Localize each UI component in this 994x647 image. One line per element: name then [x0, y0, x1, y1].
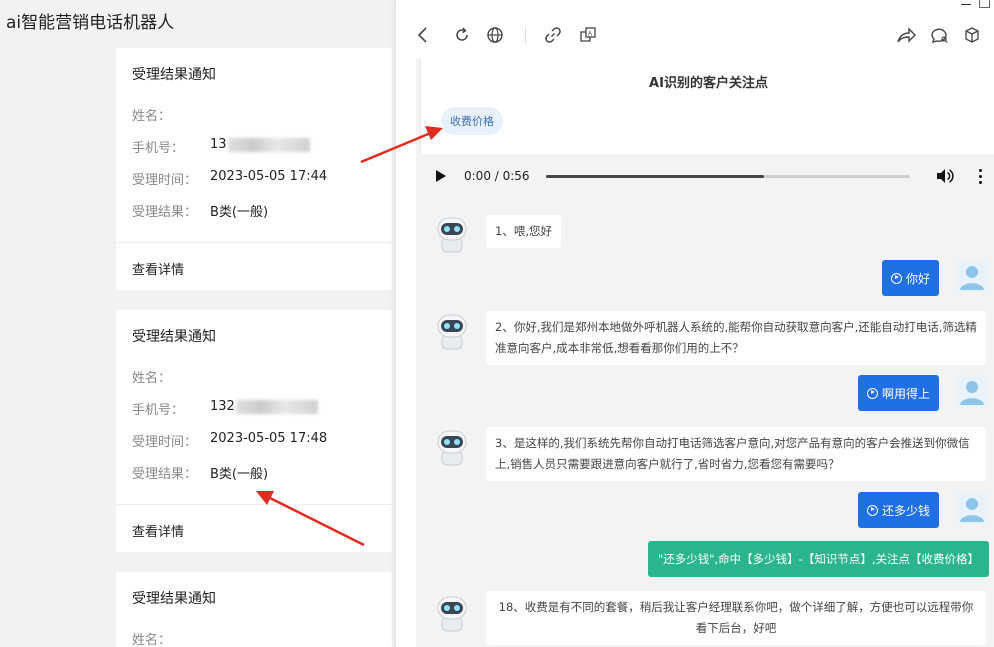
phone-redaction-blur: [228, 138, 310, 152]
play-circle-icon: [866, 387, 878, 399]
user-voice-message[interactable]: 还多少钱: [857, 492, 939, 528]
call-detail-panel: □ A AI识别的客户关注点 收费价格 0:00 / 0:56 1、喂,您好 你…: [395, 0, 994, 647]
focus-title: AI识别的客户关注点: [649, 76, 768, 91]
user-voice-message[interactable]: 你好: [881, 260, 939, 296]
user-voice-message[interactable]: 啊用得上: [857, 375, 939, 411]
close-window-button[interactable]: □: [978, 0, 991, 10]
bot-message: 2、你好,我们是郑州本地做外呼机器人系统的,能帮你自动获取意向客户,还能自动打电…: [486, 311, 986, 365]
view-details-link[interactable]: 查看详情: [132, 259, 184, 278]
view-details-link[interactable]: 查看详情: [132, 521, 184, 540]
refresh-icon[interactable]: [451, 24, 473, 46]
call-record-content: AI识别的客户关注点 收费价格 0:00 / 0:56 1、喂,您好 你好 2、…: [416, 58, 994, 647]
result-row: 受理结果： B类(一般): [132, 201, 268, 220]
card-title: 受理结果通知: [132, 329, 216, 345]
customer-focus-section: AI识别的客户关注点 收费价格: [420, 58, 994, 154]
screenshot-root: ai智能营销电话机器人 受理结果通知 姓名： 手机号： 13 受理时间： 202…: [0, 0, 994, 647]
audio-time: 0:00 / 0:56: [464, 169, 530, 183]
globe-icon[interactable]: [484, 24, 506, 46]
user-message-text: 啊用得上: [881, 386, 930, 401]
conversation-transcript: 1、喂,您好 你好 2、你好,我们是郑州本地做外呼机器人系统的,能帮你自动获取意…: [420, 198, 994, 647]
play-circle-icon: [866, 504, 878, 516]
audio-progress-fill: [546, 175, 765, 178]
cube-icon[interactable]: [961, 24, 983, 46]
card-title: 受理结果通知: [132, 591, 216, 607]
share-icon[interactable]: [895, 24, 917, 46]
result-notification-card: 受理结果通知 姓名：: [116, 572, 392, 647]
app-title: ai智能营销电话机器人: [6, 13, 175, 33]
phone-row: 手机号： 132: [132, 399, 318, 418]
play-icon[interactable]: [436, 170, 446, 182]
result-label: 受理结果：: [132, 467, 198, 482]
time-value: 2023-05-05 17:44: [210, 169, 328, 184]
result-label: 受理结果：: [132, 205, 198, 220]
user-message-text: 你好: [905, 271, 930, 286]
keyword-hit-notice: "还多少钱",命中【多少钱】-【知识节点】,关注点【收费价格】: [647, 541, 989, 577]
phone-label: 手机号：: [132, 141, 185, 156]
focus-tag[interactable]: 收费价格: [441, 107, 503, 135]
bot-message: 3、是这样的,我们系统先帮你自动打电话筛选客户意向,对您产品有意向的客户会推送到…: [486, 427, 986, 481]
toolbar-separator: [525, 27, 526, 43]
play-circle-icon: [890, 272, 902, 284]
name-label: 姓名：: [132, 633, 172, 647]
translate-icon[interactable]: A: [577, 24, 599, 46]
name-row: 姓名：: [132, 105, 171, 124]
card-title: 受理结果通知: [132, 67, 216, 83]
notification-list-panel: ai智能营销电话机器人 受理结果通知 姓名： 手机号： 13 受理时间： 202…: [0, 0, 392, 647]
browser-toolbar: □ A: [396, 0, 994, 56]
robot-avatar: [436, 313, 468, 351]
result-value: B类(一般): [210, 467, 269, 482]
more-options-icon[interactable]: [972, 168, 988, 184]
result-value: B类(一般): [210, 205, 269, 220]
name-row: 姓名：: [132, 367, 171, 386]
user-avatar: [956, 260, 988, 292]
phone-label: 手机号：: [132, 403, 185, 418]
name-label: 姓名：: [132, 109, 172, 124]
name-label: 姓名：: [132, 371, 172, 386]
result-notification-card: 受理结果通知 姓名： 手机号： 132 受理时间： 2023-05-05 17:…: [116, 310, 392, 552]
phone-redaction-blur: [236, 400, 318, 414]
time-value: 2023-05-05 17:48: [210, 431, 328, 446]
time-row: 受理时间： 2023-05-05 17:44: [132, 169, 327, 188]
result-notification-card: 受理结果通知 姓名： 手机号： 13 受理时间： 2023-05-05 17:4…: [116, 48, 392, 290]
card-divider: [116, 242, 392, 243]
back-icon[interactable]: [412, 24, 434, 46]
phone-value: 132: [210, 399, 235, 414]
name-row: 姓名：: [132, 629, 171, 647]
user-avatar: [956, 375, 988, 407]
user-message-text: 还多少钱: [881, 503, 930, 518]
robot-avatar: [436, 595, 468, 633]
time-row: 受理时间： 2023-05-05 17:48: [132, 431, 327, 450]
user-avatar: [956, 492, 988, 524]
robot-avatar: [436, 429, 468, 467]
phone-value: 13: [210, 137, 227, 152]
result-row: 受理结果： B类(一般): [132, 463, 268, 482]
comment-search-icon[interactable]: [928, 24, 950, 46]
robot-avatar: [436, 216, 468, 254]
phone-row: 手机号： 13: [132, 137, 310, 156]
time-label: 受理时间：: [132, 435, 198, 450]
volume-icon[interactable]: [936, 168, 954, 188]
svg-text:A: A: [588, 32, 592, 38]
time-label: 受理时间：: [132, 173, 198, 188]
bot-message: 18、收费是有不同的套餐，稍后我让客户经理联系你吧，做个详细了解，方便也可以远程…: [486, 591, 986, 645]
minimize-button[interactable]: [961, 4, 971, 5]
link-icon[interactable]: [542, 24, 564, 46]
audio-player: 0:00 / 0:56: [420, 162, 994, 190]
bot-message: 1、喂,您好: [486, 215, 561, 248]
card-divider: [116, 504, 392, 505]
audio-progress-track[interactable]: [546, 175, 910, 178]
